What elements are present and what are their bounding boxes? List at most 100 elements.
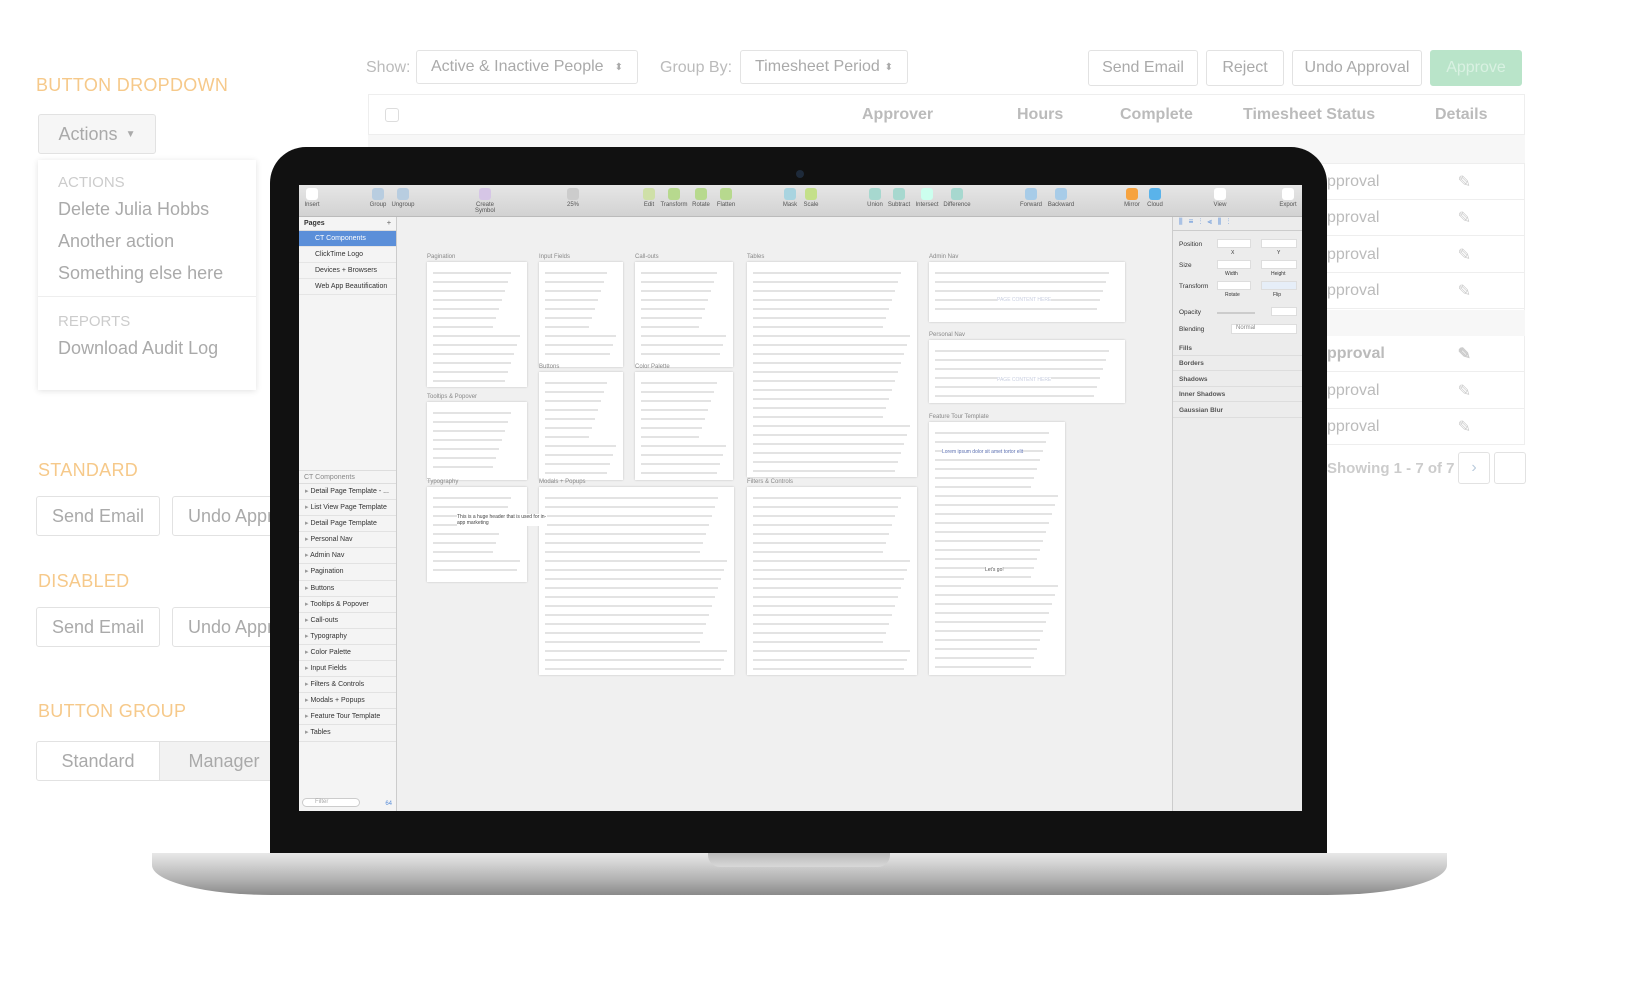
menu-item[interactable]: Delete Julia Hobbs	[38, 199, 256, 220]
toolbar-create-symbol-button[interactable]: Create Symbol	[471, 188, 499, 214]
pencil-icon[interactable]: ✎	[1458, 417, 1471, 437]
col-approver[interactable]: Approver	[862, 106, 933, 124]
layer-item[interactable]: Typography	[299, 629, 396, 645]
artboard-label[interactable]: Tables	[747, 254, 764, 260]
artboard-label[interactable]: Modals + Popups	[539, 479, 586, 485]
artboard-label[interactable]: Typography	[427, 479, 458, 485]
toolbar-insert-button[interactable]: Insert	[299, 188, 326, 208]
artboard-label[interactable]: Call-outs	[635, 254, 659, 260]
layer-item[interactable]: Pagination	[299, 564, 396, 581]
borders-section[interactable]: Borders	[1173, 356, 1302, 371]
rotate-input[interactable]	[1217, 281, 1251, 290]
actions-dropdown-button[interactable]: Actions ▼	[38, 114, 156, 154]
col-complete[interactable]: Complete	[1120, 106, 1193, 124]
width-input[interactable]	[1217, 260, 1251, 269]
x-input[interactable]	[1217, 239, 1251, 248]
pencil-icon[interactable]: ✎	[1458, 245, 1471, 265]
layer-item[interactable]: List View Page Template	[299, 500, 396, 517]
page-item[interactable]: CT Components	[299, 231, 396, 247]
opacity-input[interactable]	[1271, 307, 1297, 316]
layer-item[interactable]: Input Fields	[299, 661, 396, 678]
reject-button[interactable]: Reject	[1206, 50, 1284, 86]
menu-item[interactable]: Another action	[38, 231, 256, 252]
opacity-slider[interactable]	[1217, 312, 1255, 314]
layer-item[interactable]: Feature Tour Template	[299, 709, 396, 726]
pencil-icon[interactable]: ✎	[1458, 381, 1471, 401]
artboard-label[interactable]: Personal Nav	[929, 332, 965, 338]
layer-item[interactable]: Filters & Controls	[299, 677, 396, 694]
artboard-label[interactable]: Buttons	[539, 364, 559, 370]
toolbar-export-button[interactable]: Export	[1274, 188, 1302, 208]
artboard[interactable]	[635, 262, 733, 367]
next-page-button[interactable]: ›	[1458, 452, 1490, 484]
toolbar-transform-button[interactable]: Transform	[660, 188, 688, 208]
group-by-select[interactable]: Timesheet Period ⬍	[740, 50, 908, 84]
toolbar-group-button[interactable]: Group	[364, 188, 392, 208]
pencil-icon[interactable]: ✎	[1458, 172, 1471, 192]
artboard-label[interactable]: Feature Tour Template	[929, 414, 989, 420]
blending-select[interactable]: Normal	[1231, 324, 1297, 334]
artboard[interactable]	[539, 487, 734, 675]
artboard[interactable]	[747, 262, 917, 477]
artboard[interactable]	[929, 262, 1125, 322]
artboard-label[interactable]: Admin Nav	[929, 254, 958, 260]
layer-item[interactable]: Modals + Popups	[299, 693, 396, 710]
page-item[interactable]: Web App Beautification	[299, 279, 396, 295]
layer-item[interactable]: Call-outs	[299, 613, 396, 629]
fills-section[interactable]: Fills	[1173, 341, 1302, 356]
toolbar-ungroup-button[interactable]: Ungroup	[389, 188, 417, 208]
artboard-label[interactable]: Input Fields	[539, 254, 570, 260]
flip-buttons[interactable]	[1261, 281, 1297, 290]
layer-item[interactable]: Personal Nav	[299, 532, 396, 549]
undo-approval-top-button[interactable]: Undo Approval	[1292, 50, 1422, 86]
artboard[interactable]	[539, 262, 623, 367]
artboard-label[interactable]: Tooltips & Popover	[427, 394, 477, 400]
gaussian-blur-section[interactable]: Gaussian Blur	[1173, 403, 1302, 418]
layer-item[interactable]: Buttons	[299, 581, 396, 597]
send-email-button[interactable]: Send Email	[36, 496, 160, 536]
canvas[interactable]: Pagination Input Fields Call-outs Tables Adm…	[397, 217, 1172, 811]
toolbar-difference-button[interactable]: Difference	[943, 188, 971, 208]
artboard-label[interactable]: Filters & Controls	[747, 479, 793, 485]
menu-item[interactable]: Download Audit Log	[38, 338, 256, 359]
toolbar-subtract-button[interactable]: Subtract	[885, 188, 913, 208]
add-page-icon[interactable]: +	[387, 217, 391, 231]
group-standard-button[interactable]: Standard	[36, 741, 160, 781]
col-timesheet-status[interactable]: Timesheet Status	[1243, 106, 1375, 124]
artboard[interactable]	[635, 372, 733, 480]
layer-item[interactable]: Detail Page Template - ...	[299, 484, 396, 501]
artboard[interactable]	[427, 487, 527, 582]
toolbar-intersect-button[interactable]: Intersect	[913, 188, 941, 208]
page-item[interactable]: Devices + Browsers	[299, 263, 396, 279]
toolbar-25--button[interactable]: 25%	[559, 188, 587, 208]
artboard[interactable]	[427, 262, 527, 387]
layer-item[interactable]: Detail Page Template	[299, 516, 396, 533]
height-input[interactable]	[1261, 260, 1297, 269]
toolbar-flatten-button[interactable]: Flatten	[712, 188, 740, 208]
select-all-checkbox[interactable]	[385, 108, 399, 122]
toolbar-edit-button[interactable]: Edit	[635, 188, 663, 208]
shadows-section[interactable]: Shadows	[1173, 372, 1302, 387]
pencil-icon[interactable]: ✎	[1458, 208, 1471, 228]
layer-item[interactable]: Admin Nav	[299, 548, 396, 565]
y-input[interactable]	[1261, 239, 1297, 248]
align-icons[interactable]: ⫼≡⫶⫷⫼⫶	[1173, 217, 1302, 231]
toolbar-backward-button[interactable]: Backward	[1047, 188, 1075, 208]
artboard-label[interactable]: Pagination	[427, 254, 455, 260]
filter-input[interactable]: Filter	[302, 798, 360, 807]
inner-shadows-section[interactable]: Inner Shadows	[1173, 387, 1302, 402]
show-select[interactable]: Active & Inactive People ⬍	[416, 50, 638, 84]
toolbar-forward-button[interactable]: Forward	[1017, 188, 1045, 208]
col-hours[interactable]: Hours	[1017, 106, 1063, 124]
artboard[interactable]	[929, 340, 1125, 403]
send-email-top-button[interactable]: Send Email	[1088, 50, 1198, 86]
artboard-label[interactable]: Color Palette	[635, 364, 670, 370]
layer-item[interactable]: Color Palette	[299, 645, 396, 662]
toolbar-scale-button[interactable]: Scale	[797, 188, 825, 208]
layer-item[interactable]: Tables	[299, 725, 396, 742]
layer-item[interactable]: Tooltips & Popover	[299, 597, 396, 613]
menu-item[interactable]: Something else here	[38, 263, 256, 284]
col-details[interactable]: Details	[1435, 106, 1487, 124]
toolbar-view-button[interactable]: View	[1206, 188, 1234, 208]
last-page-button[interactable]	[1494, 452, 1526, 484]
